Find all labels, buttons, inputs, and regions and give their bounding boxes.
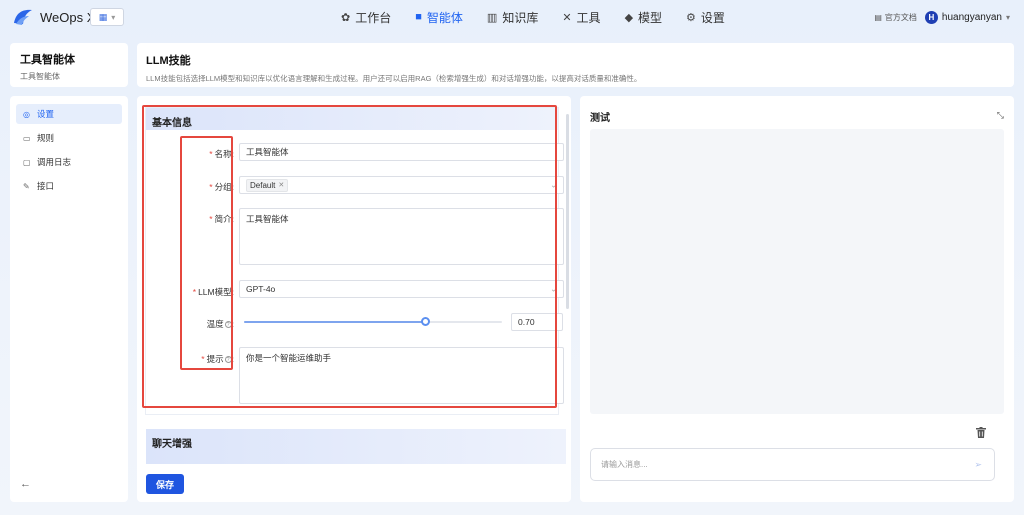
llm-model-select[interactable]: GPT-4o ⌄ <box>239 280 564 298</box>
app-logo[interactable]: WeOps X <box>12 7 95 27</box>
sidebar-item-label: 规则 <box>37 133 55 143</box>
section-title: 基本信息 <box>146 108 558 130</box>
sidebar-item-label: 调用日志 <box>37 157 72 167</box>
nav-label: 知识库 <box>502 10 539 25</box>
temperature-slider[interactable] <box>244 317 502 327</box>
avatar: H <box>924 10 938 24</box>
top-bar: WeOps X ▦ ▾ ✿ 工作台 ■ 智能体 ▥ 知识库 ✕ 工具 ◆ 模型 … <box>0 0 1024 34</box>
prompt-label: * 提示?: <box>201 354 234 364</box>
scrollbar[interactable] <box>566 114 569 309</box>
user-menu[interactable]: H huangyanyan ▾ <box>924 10 1010 24</box>
rules-icon: ▭ <box>23 133 31 143</box>
slider-handle[interactable] <box>420 317 430 326</box>
save-button[interactable]: 保存 <box>146 474 184 494</box>
back-arrow-icon[interactable]: ← <box>20 478 31 490</box>
nav-item-workbench[interactable]: ✿ 工作台 <box>330 0 402 34</box>
sidebar-item-logs[interactable]: ▢ 调用日志 <box>16 152 122 172</box>
llm-model-label: * LLM模型: <box>192 287 234 297</box>
nav-item-settings[interactable]: ⚙ 设置 <box>675 0 736 34</box>
nav-label: 智能体 <box>426 10 463 25</box>
settings-icon: ◎ <box>23 109 30 119</box>
sidebar: ◎ 设置 ▭ 规则 ▢ 调用日志 ✎ 接口 ← <box>10 96 128 502</box>
nav-item-tools[interactable]: ✕ 工具 <box>551 0 611 34</box>
test-title: 测试 <box>590 113 610 124</box>
agent-name: 工具智能体 <box>20 54 75 66</box>
name-label: * 名称: <box>209 149 234 159</box>
chevron-down-icon: ⌄ <box>550 284 557 294</box>
chat-enhance-section[interactable]: 聊天增强 <box>146 429 566 464</box>
gear-icon: ⚙ <box>686 11 696 24</box>
log-icon: ▢ <box>23 157 31 167</box>
link-icon: ✎ <box>23 181 30 191</box>
help-icon: ? <box>224 321 232 329</box>
test-panel: 测试 ⤡ 请输入消息... ➢ <box>580 96 1014 502</box>
chat-message-input[interactable]: 请输入消息... ➢ <box>590 448 995 481</box>
sidebar-item-label: 设置 <box>37 109 55 119</box>
chevron-down-icon: ▾ <box>1005 12 1010 22</box>
group-label: * 分组: <box>209 182 234 192</box>
grid-icon: ▦ <box>98 11 108 22</box>
basic-info-section: 基本信息 *名称: *分组: Default ✕ ⌄ *简介: 工具智能体 *L… <box>145 107 564 415</box>
docs-label: 官方文档 <box>884 12 917 22</box>
nav-item-knowledge[interactable]: ▥ 知识库 <box>476 0 549 34</box>
username: huangyanyan <box>941 11 1002 23</box>
settings-panel: 基本信息 *名称: *分组: Default ✕ ⌄ *简介: 工具智能体 *L… <box>137 96 571 502</box>
agent-card: 工具智能体 工具智能体 <box>10 43 128 87</box>
group-tag: Default ✕ <box>246 178 289 192</box>
document-icon: ▤ <box>874 12 882 22</box>
send-icon[interactable]: ➢ <box>974 459 982 470</box>
sidebar-item-rules[interactable]: ▭ 规则 <box>16 128 122 148</box>
nav-item-agent[interactable]: ■ 智能体 <box>404 0 474 34</box>
agent-icon: ■ <box>415 11 422 23</box>
intro-label: * 简介: <box>209 214 234 224</box>
prompt-textarea[interactable]: 你是一个智能运维助手 <box>239 347 564 404</box>
temperature-input[interactable] <box>511 313 563 331</box>
name-input[interactable] <box>239 143 564 161</box>
sidebar-item-api[interactable]: ✎ 接口 <box>16 176 122 196</box>
nav-label: 设置 <box>700 10 725 25</box>
robot-icon: ✿ <box>341 11 351 24</box>
slider-fill <box>244 321 425 323</box>
nav-item-models[interactable]: ◆ 模型 <box>614 0 673 34</box>
trash-icon[interactable] <box>976 427 986 438</box>
intro-textarea[interactable]: 工具智能体 <box>239 208 564 265</box>
close-icon[interactable]: ✕ <box>278 181 284 189</box>
help-icon: ? <box>224 356 232 364</box>
chevron-down-icon: ⌄ <box>550 180 557 190</box>
top-right: ▤ 官方文档 H huangyanyan ▾ <box>874 0 1010 34</box>
sidebar-item-label: 接口 <box>37 181 55 191</box>
llm-model-value: GPT-4o <box>246 284 276 294</box>
app-name: WeOps X <box>40 9 96 25</box>
weops-logo-icon <box>14 9 32 25</box>
temperature-label: 温度?: <box>206 319 234 329</box>
chevron-down-icon: ▾ <box>111 12 116 22</box>
nav-label: 模型 <box>638 10 663 25</box>
docs-link[interactable]: ▤ 官方文档 <box>874 12 917 23</box>
nav-label: 工具 <box>576 10 601 25</box>
app-switcher[interactable]: ▦ ▾ <box>90 8 124 26</box>
page-description: LLM技能包括选择LLM模型和知识库以优化语言理解和生成过程。用户还可以启用RA… <box>146 74 642 83</box>
tools-icon: ✕ <box>562 11 572 24</box>
main-nav: ✿ 工作台 ■ 智能体 ▥ 知识库 ✕ 工具 ◆ 模型 ⚙ 设置 <box>330 0 736 34</box>
agent-subtitle: 工具智能体 <box>20 72 60 81</box>
cube-icon: ◆ <box>624 11 634 24</box>
books-icon: ▥ <box>486 11 498 24</box>
sidebar-item-settings[interactable]: ◎ 设置 <box>16 104 122 124</box>
page-header: LLM技能 LLM技能包括选择LLM模型和知识库以优化语言理解和生成过程。用户还… <box>137 43 1014 87</box>
chat-input-placeholder: 请输入消息... <box>601 460 648 469</box>
expand-icon[interactable]: ⤡ <box>997 110 1004 121</box>
chat-messages-area <box>590 129 1004 414</box>
group-select[interactable]: Default ✕ ⌄ <box>239 176 564 194</box>
page-title: LLM技能 <box>146 55 191 67</box>
nav-label: 工作台 <box>355 10 392 25</box>
